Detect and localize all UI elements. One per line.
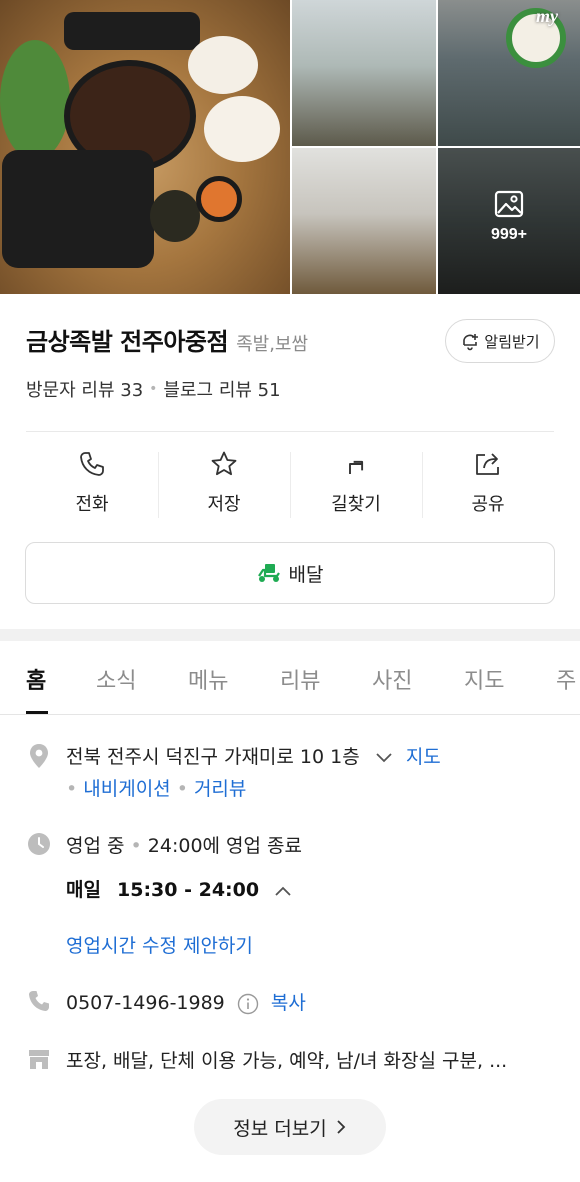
place-name: 금상족발 전주아중점 — [26, 328, 229, 356]
tab-map[interactable]: 지도 — [464, 663, 504, 695]
hours-time: 15:30 - 24:00 — [117, 879, 260, 901]
sauce-bowl — [150, 190, 200, 242]
my-badge-text: my — [536, 6, 558, 26]
tab-news[interactable]: 소식 — [96, 663, 136, 695]
street-view-link[interactable]: 거리뷰 — [194, 778, 246, 800]
tab-bar: 홈 소식 메뉴 리뷰 사진 지도 주 — [0, 641, 580, 715]
map-link[interactable]: 지도 — [406, 746, 441, 768]
tab-review[interactable]: 리뷰 — [280, 663, 320, 695]
lettuce-image — [0, 40, 70, 160]
place-header: 금상족발 전주아중점 족발,보쌈 — [26, 322, 308, 357]
interior-photo-1[interactable] — [292, 0, 436, 146]
photo-gallery: my 999+ — [0, 0, 580, 294]
tab-surroundings[interactable]: 주 — [556, 663, 576, 695]
place-category: 족발,보쌈 — [236, 334, 309, 355]
more-info-button[interactable]: 정보 더보기 — [194, 1099, 386, 1155]
closing-time: 24:00에 영업 종료 — [147, 835, 303, 857]
share-icon — [476, 453, 499, 475]
star-icon — [211, 451, 237, 476]
chevron-up-icon[interactable] — [273, 884, 293, 898]
more-info-label: 정보 더보기 — [233, 1117, 327, 1140]
share-label: 공유 — [471, 494, 505, 515]
delivery-label: 배달 — [288, 563, 324, 586]
chevron-right-icon — [337, 1120, 345, 1134]
address-row: 전북 전주시 덕진구 가재미로 10 1층 지도 — [66, 742, 441, 769]
tab-photos[interactable]: 사진 — [372, 663, 412, 695]
phone-row: 0507-1496-1989 복사 — [66, 988, 306, 1015]
main-food-photo[interactable] — [0, 0, 290, 294]
action-bar: 전화 저장 길찾기 공유 — [26, 446, 554, 526]
active-tab-indicator — [26, 711, 48, 714]
more-photos-tile[interactable]: 999+ — [438, 148, 580, 294]
phone-filled-icon — [29, 991, 49, 1011]
phone-icon — [80, 452, 104, 476]
visitor-review-link[interactable]: 방문자 리뷰 33 — [26, 376, 143, 402]
call-button[interactable]: 전화 — [26, 446, 158, 526]
interior-photo-2[interactable]: my — [438, 0, 580, 146]
navigation-link[interactable]: 내비게이션 — [83, 778, 170, 800]
directions-label: 길찾기 — [331, 494, 381, 515]
image-icon — [494, 190, 524, 218]
amenities-text: 포장, 배달, 단체 이용 가능, 예약, 남/녀 화장실 구분, ... — [66, 1050, 508, 1072]
radish-plate — [204, 96, 280, 162]
photo-count: 999+ — [490, 226, 528, 243]
bell-plus-icon — [463, 334, 479, 351]
store-icon — [29, 1050, 49, 1069]
alarm-button[interactable]: 알림받기 — [445, 319, 555, 363]
directions-button[interactable]: 길찾기 — [290, 446, 422, 526]
save-label: 저장 — [207, 494, 241, 515]
open-status: 영업 중 — [66, 835, 125, 857]
info-icon[interactable] — [237, 993, 259, 1015]
chili-sauce-bowl — [196, 176, 242, 222]
location-pin-icon — [30, 744, 48, 768]
call-label: 전화 — [75, 494, 109, 515]
tab-home[interactable]: 홈 — [26, 663, 46, 695]
directions-arrow-icon — [349, 460, 364, 474]
interior-photo-3[interactable] — [292, 148, 436, 294]
tab-menu[interactable]: 메뉴 — [188, 663, 228, 695]
clock-icon — [28, 833, 50, 855]
suggest-hours-edit-link[interactable]: 영업시간 수정 제안하기 — [66, 931, 253, 958]
review-summary: 방문자 리뷰 33 • 블로그 리뷰 51 — [26, 376, 281, 402]
alarm-label: 알림받기 — [484, 332, 540, 351]
divider — [26, 431, 554, 432]
section-separator — [0, 629, 580, 641]
phone-number[interactable]: 0507-1496-1989 — [66, 992, 225, 1014]
rice-ball-tray — [2, 150, 154, 268]
delivery-scooter-icon — [257, 564, 280, 582]
kimchi-plate — [188, 36, 258, 94]
navigation-row: • 내비게이션 • 거리뷰 — [66, 778, 247, 800]
blog-review-link[interactable]: 블로그 리뷰 51 — [163, 376, 280, 402]
business-status-row: 영업 중 • 24:00에 영업 종료 — [66, 835, 303, 857]
copy-phone-button[interactable]: 복사 — [271, 992, 306, 1014]
share-button[interactable]: 공유 — [422, 446, 554, 526]
chevron-down-icon[interactable] — [374, 751, 394, 765]
hours-day: 매일 — [66, 879, 101, 901]
side-dish-tray — [64, 12, 200, 50]
hours-row[interactable]: 매일 15:30 - 24:00 — [66, 875, 293, 902]
save-button[interactable]: 저장 — [158, 446, 290, 526]
address-text: 전북 전주시 덕진구 가재미로 10 1층 — [66, 746, 360, 768]
delivery-button[interactable]: 배달 — [25, 542, 555, 604]
